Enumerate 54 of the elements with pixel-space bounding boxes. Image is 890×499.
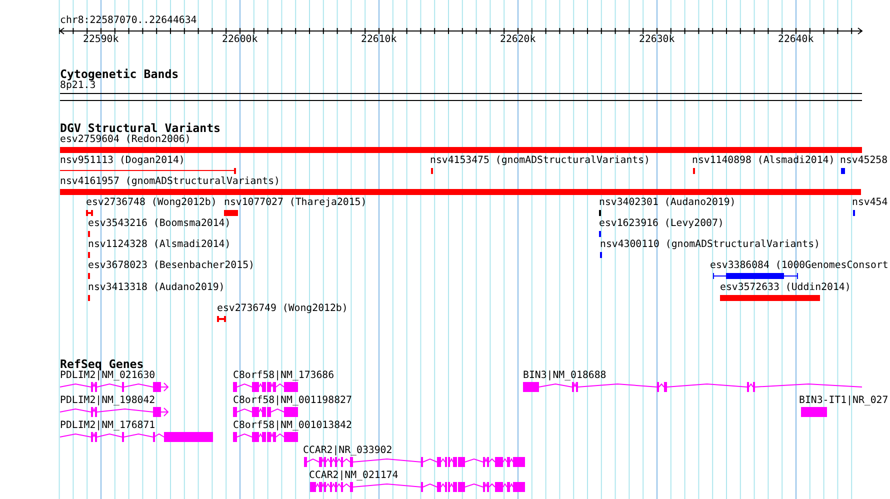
variant-label: nsv45258 <box>840 155 888 167</box>
variant-label: nsv3413318 (Audano2019) <box>88 282 225 294</box>
variant-label: nsv3402301 (Audano2019) <box>599 197 736 209</box>
gene-model-drawing[interactable] <box>523 382 862 392</box>
tick-label: 22640k <box>778 34 814 46</box>
variant-label: nsv1124328 (Alsmadi2014) <box>88 239 231 251</box>
variant-label: nsv1140898 (Alsmadi2014) <box>692 155 835 167</box>
tick-label: 22630k <box>639 34 675 46</box>
gene-model-drawing[interactable] <box>60 432 213 442</box>
gene-model-drawing[interactable] <box>60 382 168 392</box>
band-label: 8p21.3 <box>60 80 96 92</box>
variant-label: esv3543216 (Boomsma2014) <box>88 218 231 230</box>
gene-label: CCAR2|NM_021174 <box>309 470 398 482</box>
variant-label: esv3678023 (Besenbacher2015) <box>88 260 254 272</box>
location-label: chr8:22587070..22644634 <box>60 15 197 27</box>
variant-label: esv1623916 (Levy2007) <box>599 218 724 230</box>
track-title: DGV Structural Variants <box>60 121 221 135</box>
variant-label: esv2736748 (Wong2012b) <box>86 197 217 209</box>
tick-label: 22600k <box>222 34 258 46</box>
tick-label: 22590k <box>83 34 119 46</box>
gene-label: CCAR2|NR_033902 <box>303 445 392 457</box>
gene-label: PDLIM2|NM_176871 <box>60 420 156 432</box>
gene-label: BIN3-IT1|NR_027 <box>799 395 888 407</box>
variant-feature[interactable] <box>217 316 226 322</box>
chromosome-band[interactable] <box>60 93 862 101</box>
gene-label: C8orf58|NM_173686 <box>233 370 334 382</box>
variant-label: nsv951113 (Dogan2014) <box>60 155 185 167</box>
gene-model-drawing[interactable] <box>233 382 298 392</box>
gene-model-drawing[interactable] <box>60 407 168 417</box>
gene-label: BIN3|NM_018688 <box>523 370 606 382</box>
gene-label: C8orf58|NM_001198827 <box>233 395 352 407</box>
gene-label: C8orf58|NM_001013842 <box>233 420 352 432</box>
variant-label: nsv4153475 (gnomADStructuralVariants) <box>430 155 650 167</box>
track-title: Cytogenetic Bands <box>60 67 179 81</box>
variant-label: esv2759604 (Redon2006) <box>60 134 191 146</box>
gene-model-drawing[interactable] <box>310 482 525 492</box>
track-title: RefSeq Genes <box>60 357 144 371</box>
gene-model-drawing[interactable] <box>233 432 298 442</box>
gene-label: PDLIM2|NM_021630 <box>60 370 156 382</box>
gene-label: PDLIM2|NM_198042 <box>60 395 156 407</box>
variant-feature[interactable] <box>86 210 93 216</box>
variant-feature[interactable] <box>60 168 236 174</box>
gene-model-drawing[interactable] <box>304 457 525 467</box>
variant-label: nsv1077027 (Thareja2015) <box>224 197 367 209</box>
tick-label: 22610k <box>361 34 397 46</box>
variant-label: nsv454 <box>852 197 888 209</box>
variant-label: nsv4300110 (gnomADStructuralVariants) <box>600 239 820 251</box>
tick-label: 22620k <box>500 34 536 46</box>
variant-label: esv3572633 (Uddin2014) <box>720 282 851 294</box>
variant-label: esv3386084 (1000GenomesConsort <box>710 260 888 272</box>
variant-label: nsv4161957 (gnomADStructuralVariants) <box>60 176 280 188</box>
variant-feature[interactable] <box>713 273 798 279</box>
gene-model-drawing[interactable] <box>233 407 298 417</box>
variant-label: esv2736749 (Wong2012b) <box>217 303 348 315</box>
